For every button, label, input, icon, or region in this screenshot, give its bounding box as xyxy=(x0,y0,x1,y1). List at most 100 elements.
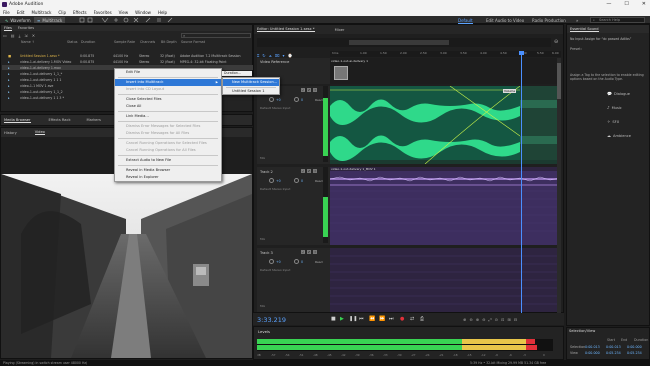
track-name[interactable]: Track 2 xyxy=(260,170,273,174)
zoom-out-full-icon[interactable]: ⤢ xyxy=(488,317,491,322)
col-status[interactable]: Status xyxy=(67,40,78,44)
volume-value[interactable]: +0 xyxy=(276,179,281,183)
automation-mode[interactable]: Read xyxy=(315,179,323,183)
tab-files[interactable]: Files xyxy=(4,26,12,31)
file-row[interactable]: ▸ video-1-out-delivery 1_1_* xyxy=(2,71,112,76)
files-search-input[interactable]: ⌕ xyxy=(181,33,251,38)
go-to-start-button[interactable]: ⏮ xyxy=(359,316,364,322)
solo-button[interactable]: S xyxy=(307,250,311,254)
import-icon[interactable]: ⇲ xyxy=(24,33,27,38)
new-file-icon[interactable]: ▤ xyxy=(11,33,15,38)
search-help-input[interactable]: ⌕ Search Help xyxy=(590,17,645,23)
tab-video[interactable]: Video xyxy=(34,130,45,135)
workspace-edit-audio-to-video[interactable]: Edit Audio to Video xyxy=(486,18,524,23)
track-output[interactable]: Mix xyxy=(260,304,265,308)
menu-multitrack[interactable]: Multitrack xyxy=(31,10,51,15)
col-duration[interactable]: Duration xyxy=(81,40,95,44)
go-to-end-button[interactable]: ⏭ xyxy=(389,316,394,322)
track-1-lane[interactable]: Volume xyxy=(330,86,561,164)
zoom-tracks-icon[interactable]: ⊞ xyxy=(507,317,510,322)
tab-history[interactable]: History xyxy=(4,131,17,135)
record-button[interactable]: ● xyxy=(400,316,404,322)
dialogue-type-button[interactable]: 💬 Dialogue xyxy=(607,91,630,96)
menu-item-reveal-in-explorer[interactable]: Reveal in Explorer xyxy=(115,174,221,181)
open-file-icon[interactable]: ▭ xyxy=(3,33,7,38)
track-input[interactable]: Default Stereo Input xyxy=(260,187,290,191)
pause-button[interactable]: ❚❚ xyxy=(349,316,357,322)
col-sample-rate[interactable]: Sample Rate xyxy=(114,40,135,44)
fast-forward-button[interactable]: ⏩ xyxy=(379,316,385,322)
menu-item-edit-file[interactable]: Edit File xyxy=(115,69,221,76)
file-row[interactable]: ▸ video-1-1 MOV 1 ave xyxy=(2,83,112,88)
selection-duration[interactable]: 0:00.000 xyxy=(627,345,642,349)
tab-media-browser[interactable]: Media Browser xyxy=(4,118,31,123)
solo-button[interactable]: S xyxy=(307,169,311,173)
workspace-radio-production[interactable]: Radio Production xyxy=(532,18,566,23)
track-3-lane[interactable] xyxy=(330,248,561,312)
automation-mode[interactable]: Read xyxy=(315,260,323,264)
tab-editor[interactable]: Editor: Untitled Session 1.sesx * xyxy=(257,27,315,32)
view-end[interactable]: 0:05.234 xyxy=(606,351,621,355)
solo-button[interactable]: S xyxy=(307,88,311,92)
menu-file[interactable]: File xyxy=(3,10,10,15)
file-row[interactable]: ▸ video-1-out-delivery 1 1 3 * xyxy=(2,95,112,100)
zoom-out-icon[interactable]: ⊖ xyxy=(554,39,558,45)
menu-item-close-selected-files[interactable]: Close Selected Files xyxy=(115,96,221,103)
menu-clip[interactable]: Clip xyxy=(58,10,66,15)
record-arm-button[interactable]: R xyxy=(313,88,317,92)
play-button[interactable]: ▶ xyxy=(340,316,344,322)
record-arm-button[interactable]: R xyxy=(313,169,317,173)
zoom-tracks-out-icon[interactable]: ⊟ xyxy=(514,317,517,322)
volume-knob[interactable] xyxy=(269,178,274,183)
mute-button[interactable]: M xyxy=(301,169,305,173)
music-type-button[interactable]: ♪ Music xyxy=(607,105,622,110)
volume-knob[interactable] xyxy=(269,97,274,102)
session-overview[interactable] xyxy=(257,38,551,47)
menu-item-insert-into-multitrack[interactable]: Insert into Multitrack ▶ xyxy=(115,79,221,86)
stop-button[interactable]: ■ xyxy=(331,316,336,322)
multitrack-view-button[interactable]: ≡ Multitrack xyxy=(34,17,66,23)
col-name[interactable]: Name ↑ xyxy=(21,40,35,44)
menu-window[interactable]: Window xyxy=(135,10,151,15)
workspace-overflow-button[interactable]: » xyxy=(576,18,578,23)
pan-value[interactable]: 0 xyxy=(301,98,303,102)
file-row[interactable]: ■ Untitled Session 1.sesx * 0:00.875 441… xyxy=(2,53,253,58)
zoom-in-point-icon[interactable]: ⊙ xyxy=(495,317,498,322)
menu-view[interactable]: View xyxy=(119,10,129,15)
track-name[interactable]: Track 3 xyxy=(260,251,273,255)
mute-button[interactable]: M xyxy=(301,88,305,92)
tab-essential-sound[interactable]: Essential Sound xyxy=(570,27,599,32)
track-output[interactable]: Mix xyxy=(260,156,265,160)
tab-mixer[interactable]: Mixer xyxy=(335,28,345,32)
insert-icon[interactable]: ⤓ xyxy=(19,33,21,38)
playhead-handle[interactable] xyxy=(519,51,524,55)
submenu-untitled-session-1[interactable]: Untitled Session 1 xyxy=(223,88,279,95)
record-arm-button[interactable]: R xyxy=(313,250,317,254)
skip-selection-button[interactable]: ⎙ xyxy=(420,316,424,322)
selection-end[interactable]: 0:00.013 xyxy=(606,345,621,349)
tab-favorites[interactable]: Favorites xyxy=(18,26,34,30)
zoom-in-time-icon[interactable]: ⊕ xyxy=(476,317,479,322)
overview-viewport[interactable] xyxy=(349,40,449,45)
close-button[interactable]: ✕ xyxy=(642,1,646,7)
menu-effects[interactable]: Effects xyxy=(73,10,87,15)
waveform-view-button[interactable]: ∿ Waveform xyxy=(2,17,34,23)
menu-item-reveal-in-media-browser[interactable]: Reveal in Media Browser xyxy=(115,167,221,174)
menu-item-link-media[interactable]: Link Media... xyxy=(115,113,221,120)
minimize-button[interactable]: — xyxy=(606,1,611,7)
zoom-out-amplitude-icon[interactable]: ⊖ xyxy=(469,317,472,322)
zoom-in-amplitude-icon[interactable]: ⊕ xyxy=(463,317,466,322)
sfx-type-button[interactable]: ✧ SFX xyxy=(607,119,619,124)
file-row[interactable]: ▸ video-1-out-delivery 1 1 1 xyxy=(2,77,112,82)
col-bit-depth[interactable]: Bit Depth xyxy=(161,40,177,44)
track-input[interactable]: Default Stereo Input xyxy=(260,106,290,110)
edit-tools-icons[interactable] xyxy=(78,17,178,23)
menu-edit[interactable]: Edit xyxy=(17,10,25,15)
selection-start[interactable]: 0:00.013 xyxy=(585,345,600,349)
menu-item-close-all[interactable]: Close All xyxy=(115,103,221,110)
timeline-ruler[interactable]: hms 1.00 1.50 2.00 2.50 3.00 3.50 4.00 4… xyxy=(330,51,561,57)
zoom-out-time-icon[interactable]: ⊖ xyxy=(482,317,485,322)
maximize-button[interactable]: ☐ xyxy=(624,1,628,7)
volume-value[interactable]: +0 xyxy=(276,98,281,102)
workspace-default[interactable]: Default xyxy=(458,18,473,24)
